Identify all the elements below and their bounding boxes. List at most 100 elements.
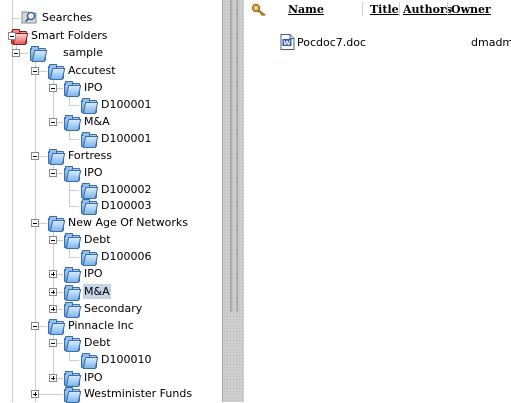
tree-item-nan-ipo[interactable]: IPO xyxy=(63,265,104,283)
collapse-toggle-icon[interactable] xyxy=(8,32,16,40)
tree-item-nan[interactable]: New Age Of Networks xyxy=(47,214,189,232)
collapse-toggle-icon[interactable] xyxy=(12,49,20,57)
file-name-cell[interactable]: Pocdoc7.doc xyxy=(297,36,366,49)
tree-item-pinnacle-debt-d100010[interactable]: D100010 xyxy=(80,351,152,369)
folder-icon xyxy=(29,45,48,62)
expand-toggle-icon[interactable] xyxy=(31,390,39,398)
tree-item-label: Secondary xyxy=(84,302,143,315)
folder-icon xyxy=(47,63,66,80)
tree-item-label: M&A xyxy=(83,284,111,299)
expand-toggle-icon[interactable] xyxy=(49,374,57,382)
tree-item-fortress-ipo-d100003[interactable]: D100003 xyxy=(80,197,152,215)
collapse-toggle-icon[interactable] xyxy=(31,322,39,330)
tree-item-pinnacle-ipo[interactable]: IPO xyxy=(63,369,104,387)
folder-icon xyxy=(47,148,66,165)
key-icon[interactable] xyxy=(251,3,269,20)
tree-item-label: M&A xyxy=(84,115,110,128)
folder-icon xyxy=(80,352,99,369)
tree-item-label: Debt xyxy=(84,336,111,349)
tree-item-sample[interactable]: sample xyxy=(29,44,104,62)
tree-item-label: D100001 xyxy=(101,98,152,111)
folder-icon xyxy=(47,318,66,335)
tree-item-label: D100010 xyxy=(101,353,152,366)
tree-item-label: Searches xyxy=(42,11,93,24)
collapse-toggle-icon[interactable] xyxy=(31,219,39,227)
tree-item-label: Pinnacle Inc xyxy=(68,319,134,332)
tree-item-smart-folders[interactable]: Smart Folders xyxy=(10,27,109,45)
folder-icon xyxy=(80,198,99,215)
tree-item-fortress-ipo-d100002[interactable]: D100002 xyxy=(80,181,152,199)
collapse-toggle-icon[interactable] xyxy=(49,169,57,177)
pane-splitter[interactable] xyxy=(222,0,244,402)
tree-item-nan-ma[interactable]: M&A xyxy=(63,283,111,301)
tree-item-accutest-ma-d100001[interactable]: D100001 xyxy=(80,130,152,148)
tree-item-label: IPO xyxy=(84,371,103,384)
table-row[interactable]: W Pocdoc7.doc dmadmi xyxy=(244,32,511,52)
column-header-authors[interactable]: Authors xyxy=(403,3,452,16)
tree-item-label: D100002 xyxy=(101,183,152,196)
column-header-title[interactable]: Title xyxy=(370,3,399,16)
column-divider[interactable] xyxy=(362,2,363,16)
tree-item-label: D100003 xyxy=(101,199,152,212)
tree-item-label: D100006 xyxy=(101,250,152,263)
folder-icon xyxy=(63,386,82,403)
tree-item-fortress[interactable]: Fortress xyxy=(47,147,113,165)
tree-item-accutest[interactable]: Accutest xyxy=(47,62,117,80)
folder-icon xyxy=(80,131,99,148)
tree-item-label: Accutest xyxy=(68,64,116,77)
collapse-toggle-icon[interactable] xyxy=(49,118,57,126)
tree-item-label: New Age Of Networks xyxy=(68,216,188,229)
folder-icon xyxy=(80,182,99,199)
tree-item-accutest-ipo[interactable]: IPO xyxy=(63,79,104,97)
folder-icon xyxy=(63,80,82,97)
tree-item-westminister[interactable]: Westminister Funds xyxy=(63,385,193,403)
file-owner-cell: dmadmi xyxy=(471,36,511,49)
tree-item-nan-secondary[interactable]: Secondary xyxy=(63,300,143,318)
collapse-toggle-icon[interactable] xyxy=(31,67,39,75)
svg-text:W: W xyxy=(283,39,290,47)
word-document-icon: W xyxy=(280,34,295,50)
tree-item-fortress-ipo[interactable]: IPO xyxy=(63,164,104,182)
folder-icon xyxy=(63,266,82,283)
tree-item-accutest-ma[interactable]: M&A xyxy=(63,113,111,131)
folder-icon xyxy=(63,370,82,387)
tree-item-pinnacle[interactable]: Pinnacle Inc xyxy=(47,317,135,335)
tree-item-label: Westminister Funds xyxy=(84,387,193,400)
column-header-name[interactable]: Name xyxy=(288,3,324,16)
tree-item-label: D100001 xyxy=(101,132,152,145)
folder-icon xyxy=(47,215,66,232)
expand-toggle-icon[interactable] xyxy=(49,305,57,313)
folder-icon xyxy=(63,335,82,352)
expand-toggle-icon[interactable] xyxy=(49,270,57,278)
tree-item-label: IPO xyxy=(84,267,103,280)
collapse-toggle-icon[interactable] xyxy=(49,236,57,244)
tree-item-label: IPO xyxy=(84,166,103,179)
tree-item-label: IPO xyxy=(84,81,103,94)
folder-icon xyxy=(80,249,99,266)
collapse-toggle-icon[interactable] xyxy=(31,152,39,160)
tree-item-searches[interactable]: Searches xyxy=(21,9,93,26)
tree-item-label: sample xyxy=(63,46,103,59)
folder-icon xyxy=(63,301,82,318)
tree-item-nan-debt-d100006[interactable]: D100006 xyxy=(80,248,152,266)
tree-item-nan-debt[interactable]: Debt xyxy=(63,231,112,249)
tree-item-label: Smart Folders xyxy=(31,29,108,42)
tree-item-label: Fortress xyxy=(68,149,113,162)
column-divider[interactable] xyxy=(447,2,448,16)
folder-icon xyxy=(63,284,82,301)
expand-toggle-icon[interactable] xyxy=(49,288,57,296)
column-header-row: Name Title Authors Owner xyxy=(244,0,511,22)
search-icon xyxy=(21,9,38,27)
tree-item-accutest-ipo-d100001[interactable]: D100001 xyxy=(80,96,152,114)
folder-icon xyxy=(63,165,82,182)
folder-tree-pane: Searches Smart Folders sample Accutest IPO D1… xyxy=(0,0,222,403)
collapse-toggle-icon[interactable] xyxy=(49,339,57,347)
tree-scrollbar-thumb[interactable] xyxy=(230,0,238,312)
folder-icon xyxy=(80,97,99,114)
column-header-owner[interactable]: Owner xyxy=(451,3,491,16)
tree-item-pinnacle-debt[interactable]: Debt xyxy=(63,334,112,352)
folder-icon xyxy=(63,114,82,131)
document-list-pane: Name Title Authors Owner W Pocdoc7.doc d… xyxy=(244,0,511,402)
column-divider[interactable] xyxy=(399,2,400,16)
collapse-toggle-icon[interactable] xyxy=(49,84,57,92)
